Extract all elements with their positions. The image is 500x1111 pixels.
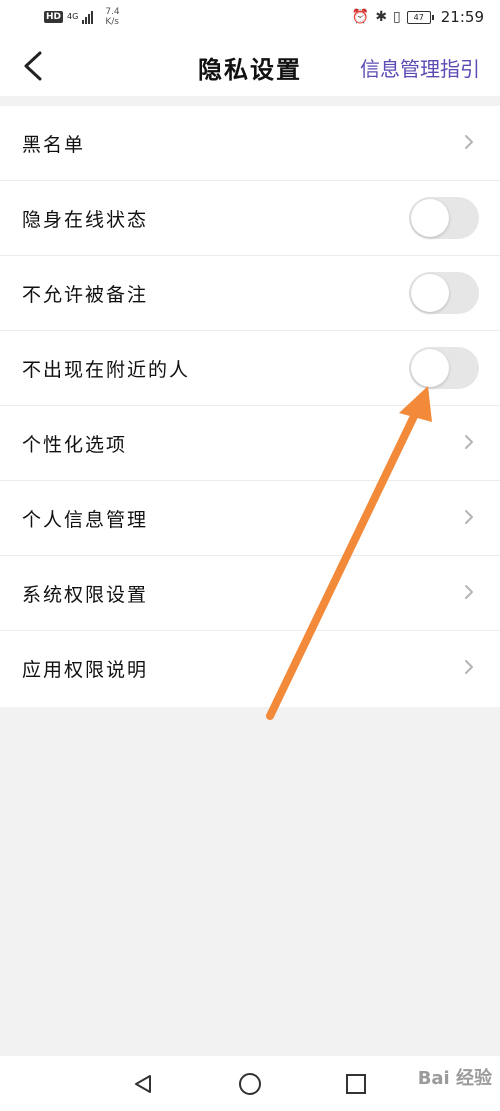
settings-row-label: 个人信息管理 <box>22 509 149 531</box>
settings-row-label: 不出现在附近的人 <box>22 359 191 381</box>
toggle-switch[interactable] <box>409 347 479 389</box>
chevron-right-icon <box>465 510 473 524</box>
toggle-switch[interactable] <box>409 197 479 239</box>
signal-icon <box>82 10 94 24</box>
settings-row-label: 个性化选项 <box>22 434 128 456</box>
bluetooth-icon: ✱ <box>375 9 388 25</box>
nav-home-icon[interactable] <box>239 1073 261 1095</box>
network-type: 4G <box>67 12 79 21</box>
settings-row[interactable]: 应用权限说明 <box>0 631 500 707</box>
clock: 21:59 <box>440 8 484 26</box>
nav-back-icon[interactable] <box>133 1074 153 1094</box>
settings-row-label: 应用权限说明 <box>22 659 149 681</box>
network-speed: 7.4 K/s <box>105 7 119 27</box>
settings-row-label: 不允许被备注 <box>22 284 149 306</box>
settings-row-label: 系统权限设置 <box>22 584 149 606</box>
settings-row[interactable]: 不允许被备注 <box>0 256 500 331</box>
battery-icon: 47 <box>406 10 434 24</box>
system-nav-bar: Bai 经验 <box>0 1056 500 1111</box>
nav-recent-icon[interactable] <box>346 1074 366 1094</box>
settings-row-label: 黑名单 <box>22 134 86 156</box>
settings-list: 黑名单隐身在线状态 不允许被备注不出现在附近的人 个性化选项个人信息管理 系统权限设置… <box>0 106 500 707</box>
header: 隐私设置 信息管理指引 <box>0 36 500 96</box>
chevron-right-icon <box>465 135 473 149</box>
vibrate-icon: ▯ <box>393 9 401 25</box>
status-right: ⏰ ✱ ▯ 47 21:59 <box>352 8 484 26</box>
settings-row[interactable]: 隐身在线状态 <box>0 181 500 256</box>
status-bar: HD 4G 7.4 K/s ⏰ ✱ ▯ 47 21:59 <box>0 0 500 36</box>
chevron-right-icon <box>465 435 473 449</box>
settings-row[interactable]: 不出现在附近的人 <box>0 331 500 406</box>
toggle-knob <box>411 274 449 312</box>
info-guide-link[interactable]: 信息管理指引 <box>360 53 480 82</box>
speed-unit: K/s <box>105 17 119 27</box>
alarm-icon: ⏰ <box>351 9 370 25</box>
settings-row[interactable]: 个性化选项 <box>0 406 500 481</box>
toggle-knob <box>411 349 449 387</box>
chevron-right-icon <box>465 585 473 599</box>
toggle-knob <box>411 199 449 237</box>
settings-row[interactable]: 系统权限设置 <box>0 556 500 631</box>
speed-value: 7.4 <box>105 7 120 17</box>
toggle-switch[interactable] <box>409 272 479 314</box>
baidu-watermark: Bai 经验 <box>417 1068 492 1089</box>
settings-row[interactable]: 黑名单 <box>0 106 500 181</box>
status-left: HD 4G 7.4 K/s <box>44 7 120 27</box>
chevron-right-icon <box>465 660 473 674</box>
settings-row[interactable]: 个人信息管理 <box>0 481 500 556</box>
settings-row-label: 隐身在线状态 <box>22 209 149 231</box>
hd-badge: HD <box>44 11 64 23</box>
